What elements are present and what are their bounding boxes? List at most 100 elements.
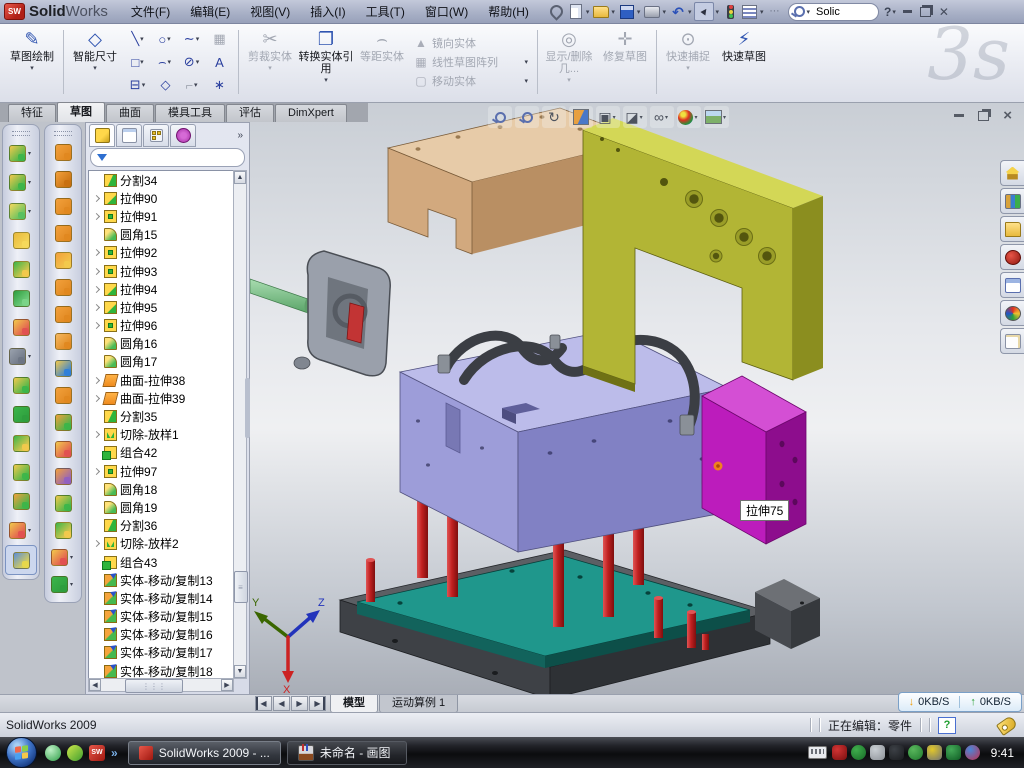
features-button-9[interactable] [3,371,39,400]
tree-item-圆角18[interactable]: 圆角18 [89,480,233,498]
surfaces-button-4[interactable] [45,220,81,247]
toolbar-grip[interactable] [12,131,30,136]
slide-unit[interactable] [250,251,390,376]
rebuild-icon[interactable] [722,3,740,20]
cmd-repair-sketch[interactable]: ✛修复草图 [597,26,653,98]
features-button-15[interactable] [5,545,37,575]
surfaces-button-11[interactable] [45,409,81,436]
taskpane-tab-home[interactable] [1000,160,1024,186]
cmd-move-entities[interactable]: ▢移动实体▾ [414,73,530,89]
surfaces-button-3[interactable] [45,193,81,220]
dropdown-arrow-icon[interactable]: ▾ [694,114,697,121]
messenger-icon[interactable] [45,745,61,761]
pin-icon[interactable] [548,3,566,20]
dropdown-arrow-icon[interactable]: ▾ [524,77,528,85]
features-button-12[interactable] [3,458,39,487]
expander-icon[interactable] [93,540,100,547]
graphics-area[interactable]: Y Z X ↻▣▾◪▾∞▾▾▾ × 拉伸75 [250,103,1024,694]
search-box[interactable]: ▾ [788,3,880,21]
features-button-5[interactable] [3,255,39,284]
view-orientation-icon[interactable]: ▣▾ [596,106,620,128]
surfaces-button-6[interactable] [45,274,81,301]
tree-item-切除-放样2[interactable]: 切除-放样2 [89,535,233,553]
cmd-offset-entities[interactable]: ⌢等距实体 [354,26,410,98]
expander-icon[interactable] [93,322,100,329]
expander-icon[interactable] [93,286,100,293]
features-button-13[interactable] [3,487,39,516]
taskpane-tab-custom-properties[interactable] [1000,328,1024,354]
solidworks-shortcut-icon[interactable]: SW [89,745,105,761]
cmd-linear-sketch-pattern[interactable]: ▦线性草图阵列▾ [414,54,530,70]
tree-item-拉伸90[interactable]: 拉伸90 [89,189,233,207]
doc-tab-1[interactable]: 模型 [330,695,378,713]
doc-tab-2[interactable]: 运动算例 1 [379,695,458,713]
sketch-point-icon[interactable]: ∗ [206,74,233,97]
help-icon[interactable]: ? [884,5,891,19]
scroll-left-icon[interactable]: ◀ [89,679,101,691]
menu-item-5[interactable]: 工具(T) [357,1,414,22]
tree-item-圆角19[interactable]: 圆角19 [89,498,233,516]
menu-item-7[interactable]: 帮助(H) [479,1,538,22]
tab-2[interactable]: 草图 [57,102,105,122]
scroll-thumb-h[interactable]: ⋮⋮⋮ [125,679,183,693]
expander-icon[interactable] [93,213,100,220]
tree-filter-input[interactable] [90,148,245,167]
zoom-area-icon[interactable] [515,106,539,128]
dropdown-arrow-icon[interactable]: ▾ [167,35,171,43]
dropdown-arrow-icon[interactable]: ▾ [93,64,97,72]
expander-icon[interactable] [93,249,100,256]
dropdown-arrow-icon[interactable]: ▾ [28,353,31,360]
tree-horizontal-scrollbar[interactable]: ◀ ⋮⋮⋮ ▶ [88,678,234,692]
dropdown-arrow-icon[interactable]: ▾ [28,208,31,215]
display-style-icon[interactable]: ◪▾ [623,106,647,128]
menu-item-4[interactable]: 插入(I) [301,1,354,22]
tree-item-拉伸96[interactable]: 拉伸96 [89,317,233,335]
dropdown-arrow-icon[interactable]: ▾ [196,58,200,66]
dropdown-arrow-icon[interactable]: ▾ [665,114,668,121]
tree-item-分割36[interactable]: 分割36 [89,517,233,535]
surfaces-button-10[interactable] [45,382,81,409]
tray-icon-6[interactable] [927,745,942,760]
tag-icon[interactable] [996,715,1018,736]
dropdown-arrow-icon[interactable]: ▾ [723,114,726,121]
tree-item-曲面-拉伸38[interactable]: 曲面-拉伸38 [89,371,233,389]
cmd-mirror-entities[interactable]: ▲镜向实体 [414,35,530,51]
expander-icon[interactable] [93,377,100,384]
dropdown-arrow-icon[interactable]: ▾ [613,114,616,121]
tree-item-圆角15[interactable]: 圆角15 [89,226,233,244]
tree-item-拉伸94[interactable]: 拉伸94 [89,280,233,298]
surfaces-button-7[interactable] [45,301,81,328]
clamp-bracket[interactable] [583,118,823,392]
menu-item-2[interactable]: 编辑(E) [181,1,239,22]
tree-item-拉伸92[interactable]: 拉伸92 [89,244,233,262]
print-icon[interactable] [643,3,661,20]
cmd-trim-entities[interactable]: ✂剪裁实体▾ [242,26,298,98]
dropdown-arrow-icon[interactable]: ▾ [28,527,31,534]
section-view-icon[interactable] [569,106,593,128]
dropdown-arrow-icon[interactable]: ▾ [30,64,34,72]
quick-tips-icon[interactable]: ? [938,717,956,734]
surfaces-button-17[interactable]: ▾ [45,571,81,598]
doc-restore-button[interactable] [978,111,989,121]
taskpane-tab-view-palette[interactable] [1000,272,1024,298]
surfaces-button-5[interactable] [45,247,81,274]
sketch-line-icon[interactable]: ╲▾ [125,28,152,51]
dropdown-arrow-icon[interactable]: ▾ [268,64,272,72]
sketch-spline-icon[interactable]: ∼▾ [179,28,206,51]
quick-launch-overflow-icon[interactable]: » [111,746,118,760]
dropdown-arrow-icon[interactable]: ▾ [640,114,643,121]
scroll-up-icon[interactable]: ▲ [234,171,246,184]
surfaces-button-16[interactable]: ▾ [45,544,81,571]
scene-icon[interactable]: ▾ [704,106,729,128]
toolbar-overflow[interactable]: ⋯ [767,6,783,17]
dropdown-arrow-icon[interactable]: ▾ [686,64,690,72]
sketch-slot-icon[interactable]: ⊟▾ [125,74,152,97]
surfaces-button-2[interactable] [45,166,81,193]
tree-item-分割34[interactable]: 分割34 [89,171,233,189]
options-icon[interactable] [741,3,759,20]
quick-launch-icon[interactable] [67,745,83,761]
features-button-3[interactable]: ▾ [3,197,39,226]
sketch-rectangle-icon[interactable]: □▾ [125,51,152,74]
search-input[interactable] [814,5,870,19]
cmd-smart-dimension[interactable]: ◇智能尺寸▾ [67,26,123,98]
